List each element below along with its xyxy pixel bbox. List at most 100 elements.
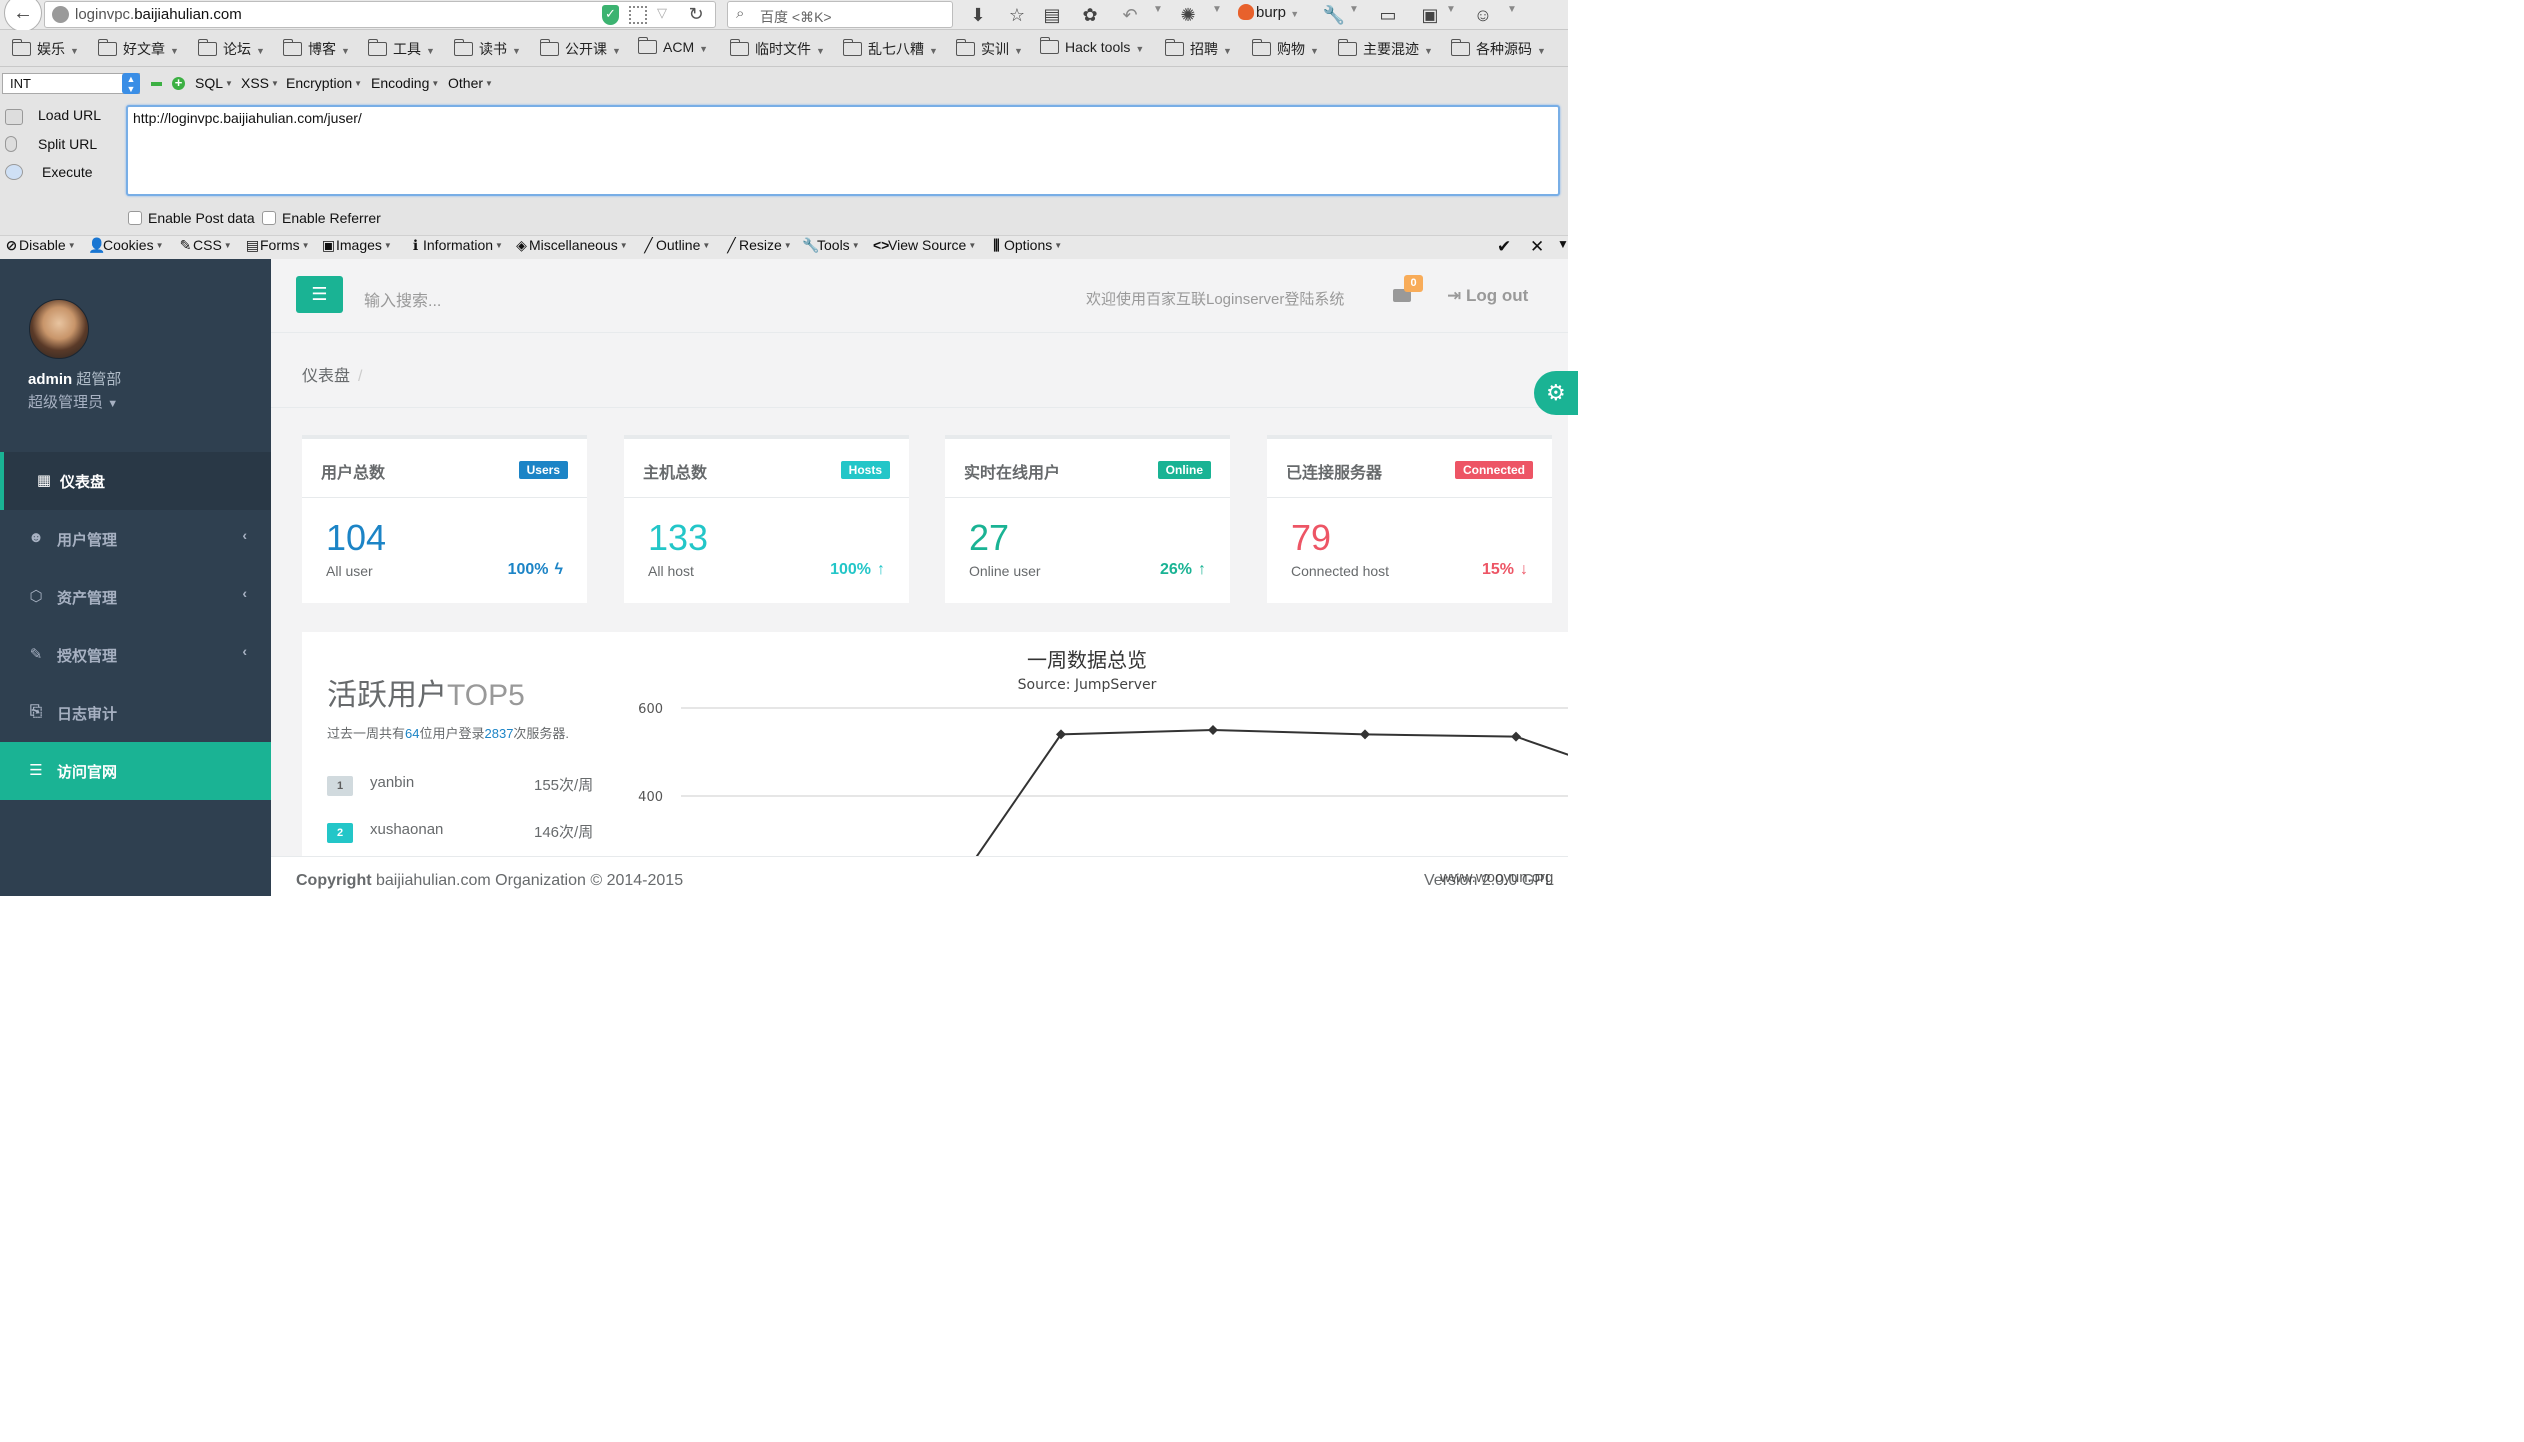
bookmark-folder[interactable]: 公开课 ▼ [540, 39, 621, 59]
bookmark-star-icon[interactable]: ☆ [1005, 3, 1029, 27]
bookmark-folder[interactable]: 购物 ▼ [1252, 39, 1319, 59]
bookmark-folder[interactable]: ACM ▼ [638, 37, 708, 55]
monkey-icon[interactable]: ☺ [1471, 3, 1495, 27]
search-bar[interactable]: ⌕ 百度 <⌘K> [727, 1, 953, 28]
split-url-button[interactable]: Split URL [38, 136, 97, 152]
chevron-down-icon[interactable]: ▼ [1349, 4, 1359, 15]
bookmark-folder[interactable]: 临时文件 ▼ [730, 39, 825, 59]
webdev-menu-cookies[interactable]: 👤Cookies ▼ [88, 237, 164, 254]
browser-toolbar: ← loginvpc.baijiahulian.com ✓ ▽ ↻ ⌕ 百度 <… [0, 0, 1568, 32]
hackbar-menu-encoding[interactable]: Encoding ▼ [371, 75, 439, 91]
qr-code-icon[interactable] [629, 6, 647, 24]
reload-button[interactable]: ↻ [676, 2, 716, 28]
enable-post-data-checkbox[interactable]: Enable Post data [128, 210, 255, 226]
web-developer-toolbar: ✔ ✕ ▼ ⊘ Disable ▼ 👤Cookies ▼ ✎ CSS ▼ ▤Forms ▼ ▣Ima… [0, 235, 1569, 259]
bookmark-label: 乱七八糟 [868, 41, 924, 57]
bug-icon[interactable]: ✺ [1176, 3, 1200, 27]
bookmark-folder[interactable]: 主要混迹 ▼ [1338, 39, 1433, 59]
bookmark-folder[interactable]: 招聘 ▼ [1165, 39, 1232, 59]
settings-gear-icon[interactable]: ⚙ [1534, 371, 1578, 415]
minus-icon[interactable] [151, 82, 162, 86]
shield-icon[interactable]: ✓ [602, 5, 619, 25]
reading-list-icon[interactable]: ▤ [1040, 3, 1064, 27]
hackbar-menu-xss[interactable]: XSS ▼ [241, 75, 279, 91]
chevron-down-icon[interactable]: ▼ [1446, 4, 1456, 15]
palette-icon[interactable]: ✿ [1078, 3, 1102, 27]
search-input[interactable]: 输入搜索... [364, 287, 441, 311]
close-icon[interactable]: ✕ [1530, 237, 1544, 257]
bookmark-folder[interactable]: 博客 ▼ [283, 39, 350, 59]
webdev-menu-disable[interactable]: ⊘ Disable ▼ [4, 237, 76, 254]
webdev-menu-miscellaneous[interactable]: ◈ Miscellaneous ▼ [514, 237, 628, 254]
chevron-down-icon[interactable]: ▼ [1507, 4, 1517, 15]
sidebar-item-permission-management[interactable]: ✎ 授权管理 ‹ [0, 626, 271, 684]
bookmark-folder[interactable]: 娱乐 ▼ [12, 39, 79, 59]
chevron-down-icon: ▼ [612, 46, 621, 56]
bookmark-folder[interactable]: 好文章 ▼ [98, 39, 179, 59]
webdev-menu-tools[interactable]: 🔧Tools ▼ [802, 237, 860, 254]
address-bar[interactable]: loginvpc.baijiahulian.com ✓ ▽ [44, 1, 716, 28]
avatar[interactable] [29, 299, 89, 359]
bookmark-folder[interactable]: 论坛 ▼ [198, 39, 265, 59]
url-textarea[interactable]: http://loginvpc.baijiahulian.com/juser/ [126, 105, 1560, 196]
bookmark-folder[interactable]: Hack tools ▼ [1040, 37, 1144, 55]
sidebar-item-official-site[interactable]: ☰ 访问官网 [0, 742, 271, 800]
chevron-down-icon: ▼ [495, 241, 503, 250]
bookmark-folder[interactable]: 实训 ▼ [956, 39, 1023, 59]
sidebar-item-dashboard[interactable]: ▦ 仪表盘 [0, 452, 271, 510]
plus-icon[interactable]: + [172, 76, 185, 90]
execute-button[interactable]: Execute [42, 164, 93, 180]
webdev-menu-forms[interactable]: ▤Forms ▼ [245, 237, 310, 254]
bookmark-label: ACM [663, 39, 695, 55]
user-role-dropdown[interactable]: 超级管理员 ▼ [28, 391, 118, 412]
undo-icon[interactable]: ↶ [1118, 3, 1142, 27]
chevron-down-icon[interactable]: ▽ [657, 5, 667, 21]
chevron-down-icon[interactable]: ▼ [1212, 4, 1222, 15]
download-icon[interactable]: ⬇ [966, 3, 990, 27]
webdev-menu-resize[interactable]: ╱ Resize ▼ [724, 237, 791, 254]
bookmark-folder[interactable]: 乱七八糟 ▼ [843, 39, 938, 59]
forms-icon: ▤ [245, 237, 260, 253]
view-source-icon: <> [873, 237, 890, 253]
hackbar-menu-encryption[interactable]: Encryption ▼ [286, 75, 362, 91]
webdev-menu-information[interactable]: ℹ Information ▼ [408, 237, 503, 254]
back-button[interactable]: ← [4, 0, 42, 32]
checkmark-icon[interactable]: ✔ [1497, 237, 1511, 257]
sidebar-item-label: 访问官网 [57, 764, 118, 781]
chevron-down-icon[interactable]: ▼ [1153, 4, 1163, 15]
bookmark-label: 好文章 [123, 41, 165, 57]
type-select[interactable]: INT ▲ ▼ [2, 73, 140, 94]
webdev-menu-label: Disable [19, 237, 66, 253]
load-url-button[interactable]: Load URL [38, 107, 101, 123]
breadcrumb: 仪表盘 / [302, 368, 363, 385]
card-percent: 26% ↑ [1160, 561, 1206, 579]
screenshot-icon[interactable]: ▣ [1418, 3, 1442, 27]
chevron-down-icon: ▼ [155, 241, 164, 250]
webdev-menu-options[interactable]: ⫼ Options ▼ [989, 237, 1062, 254]
logout-button[interactable]: ⇥ Log out [1447, 286, 1528, 306]
sidebar-item-asset-management[interactable]: ⬡ 资产管理 ‹ [0, 568, 271, 626]
select-arrows-icon: ▲ ▼ [122, 73, 140, 94]
webdev-menu-images[interactable]: ▣Images ▼ [321, 237, 392, 254]
webdev-menu-outline[interactable]: ╱ Outline ▼ [641, 237, 710, 254]
hackbar-menu-other[interactable]: Other ▼ [448, 75, 493, 91]
chevron-down-icon[interactable]: ▼ [1557, 237, 1569, 251]
hackbar-menu-sql[interactable]: SQL ▼ [195, 75, 233, 91]
bookmark-folder[interactable]: 读书 ▼ [454, 39, 521, 59]
sidebar-item-user-management[interactable]: ☻ 用户管理 ‹ [0, 510, 271, 568]
chevron-down-icon: ▼ [512, 46, 521, 56]
webdev-menu-label: Miscellaneous [529, 237, 618, 253]
window-icon[interactable]: ▭ [1376, 3, 1400, 27]
wrench-icon[interactable]: 🔧 [1322, 3, 1346, 27]
menu-toggle-button[interactable]: ☰ [296, 276, 343, 313]
burp-button[interactable]: burp ▼ [1238, 4, 1299, 21]
options-icon: ⫼ [993, 237, 1000, 253]
enable-referrer-checkbox[interactable]: Enable Referrer [262, 210, 381, 226]
chevron-left-icon: ‹ [242, 527, 247, 543]
webdev-menu-css[interactable]: ✎ CSS ▼ [178, 237, 232, 254]
bookmark-folder[interactable]: 工具 ▼ [368, 39, 435, 59]
sidebar-item-audit-log[interactable]: ⎘ 日志审计 [0, 684, 271, 742]
bookmark-label: 博客 [308, 41, 336, 57]
webdev-menu-view-source[interactable]: <>View Source ▼ [873, 237, 976, 253]
bookmark-folder[interactable]: 各种源码 ▼ [1451, 39, 1546, 59]
